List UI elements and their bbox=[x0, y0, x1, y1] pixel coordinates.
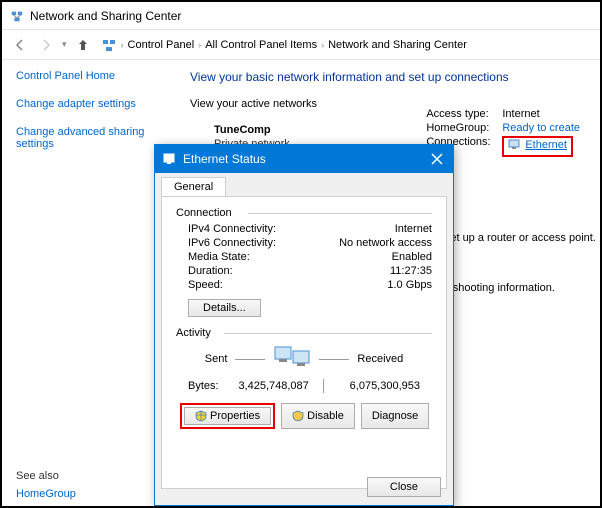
sidebar-homegroup-link[interactable]: HomeGroup bbox=[16, 488, 76, 500]
homegroup-value[interactable]: Ready to create bbox=[502, 122, 580, 134]
ipv6-value: No network access bbox=[339, 237, 432, 249]
chevron-right-icon: › bbox=[198, 40, 201, 50]
homegroup-label: HomeGroup: bbox=[426, 122, 502, 134]
speed-value: 1.0 Gbps bbox=[387, 279, 432, 291]
disable-button[interactable]: Disable bbox=[281, 403, 355, 429]
activity-line-left bbox=[235, 359, 265, 360]
shield-icon bbox=[195, 410, 207, 422]
access-type-label: Access type: bbox=[426, 108, 502, 120]
media-state-label: Media State: bbox=[188, 251, 250, 263]
received-label: Received bbox=[357, 353, 403, 365]
breadcrumb: › Control Panel › All Control Panel Item… bbox=[101, 37, 467, 53]
window-titlebar: Network and Sharing Center bbox=[2, 2, 600, 30]
activity-line-right bbox=[319, 359, 349, 360]
up-button[interactable] bbox=[71, 33, 95, 57]
back-button[interactable] bbox=[8, 33, 32, 57]
sidebar-control-panel-home[interactable]: Control Panel Home bbox=[16, 70, 158, 82]
ipv4-value: Internet bbox=[395, 223, 432, 235]
connection-section-label: Connection bbox=[176, 207, 432, 219]
ipv4-label: IPv4 Connectivity: bbox=[188, 223, 276, 235]
ethernet-icon bbox=[508, 139, 522, 151]
router-hint-text: or set up a router or access point. bbox=[432, 232, 596, 244]
bytes-row: Bytes: 3,425,748,087 6,075,300,953 bbox=[176, 379, 420, 393]
network-center-icon bbox=[101, 37, 117, 53]
bytes-sent-value: 3,425,748,087 bbox=[219, 380, 317, 392]
diagnose-button[interactable]: Diagnose bbox=[361, 403, 429, 429]
dialog-tabs: General bbox=[155, 173, 453, 196]
close-button[interactable]: Close bbox=[367, 477, 441, 497]
see-also-label: See also bbox=[16, 470, 59, 482]
duration-label: Duration: bbox=[188, 265, 233, 277]
properties-button[interactable]: Properties bbox=[184, 407, 271, 425]
sent-label: Sent bbox=[205, 353, 228, 365]
forward-button[interactable] bbox=[34, 33, 58, 57]
window-title: Network and Sharing Center bbox=[30, 9, 181, 23]
chevron-right-icon: › bbox=[121, 40, 124, 50]
history-chevron-icon[interactable]: ▾ bbox=[60, 39, 69, 50]
ethernet-icon bbox=[163, 152, 177, 166]
bytes-received-value: 6,075,300,953 bbox=[330, 380, 420, 392]
dialog-titlebar[interactable]: Ethernet Status bbox=[155, 145, 453, 173]
properties-button-label: Properties bbox=[210, 410, 260, 422]
disable-button-label: Disable bbox=[307, 410, 344, 422]
shield-icon bbox=[292, 410, 304, 422]
ipv6-label: IPv6 Connectivity: bbox=[188, 237, 276, 249]
ethernet-link-highlight: Ethernet bbox=[502, 136, 573, 157]
sidebar: Control Panel Home Change adapter settin… bbox=[2, 60, 172, 506]
breadcrumb-all-items[interactable]: All Control Panel Items bbox=[205, 39, 317, 51]
activity-diagram: Sent Received bbox=[176, 345, 432, 373]
properties-button-highlight: Properties bbox=[180, 403, 275, 429]
bytes-divider bbox=[323, 379, 324, 393]
computer-icon bbox=[273, 345, 311, 373]
page-heading: View your basic network information and … bbox=[190, 70, 582, 84]
access-type-value: Internet bbox=[502, 108, 539, 120]
tab-general[interactable]: General bbox=[161, 177, 226, 196]
breadcrumb-control-panel[interactable]: Control Panel bbox=[128, 39, 195, 51]
ethernet-connection-link[interactable]: Ethernet bbox=[508, 139, 567, 151]
close-icon[interactable] bbox=[429, 151, 445, 167]
dialog-action-buttons: Properties Disable Diagnose bbox=[180, 403, 432, 429]
dialog-body: Connection IPv4 Connectivity: Internet IP… bbox=[161, 196, 447, 489]
sidebar-change-sharing[interactable]: Change advanced sharing settings bbox=[16, 126, 158, 150]
navigation-bar: ▾ › Control Panel › All Control Panel It… bbox=[2, 30, 600, 60]
details-button[interactable]: Details... bbox=[188, 299, 261, 317]
bytes-label: Bytes: bbox=[188, 380, 219, 392]
media-state-value: Enabled bbox=[392, 251, 432, 263]
sidebar-change-adapter[interactable]: Change adapter settings bbox=[16, 98, 158, 110]
dialog-title: Ethernet Status bbox=[183, 152, 266, 166]
network-icon bbox=[10, 9, 24, 23]
ethernet-link-text: Ethernet bbox=[525, 139, 567, 151]
chevron-right-icon: › bbox=[321, 40, 324, 50]
activity-section-label: Activity bbox=[176, 327, 432, 339]
breadcrumb-network-center[interactable]: Network and Sharing Center bbox=[328, 39, 467, 51]
ethernet-status-dialog: Ethernet Status General Connection IPv4 … bbox=[154, 144, 454, 506]
duration-value: 11:27:35 bbox=[390, 265, 432, 277]
speed-label: Speed: bbox=[188, 279, 223, 291]
